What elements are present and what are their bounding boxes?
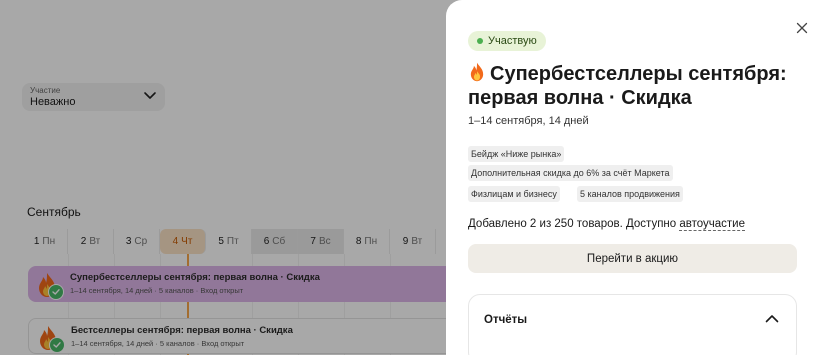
chevron-up-icon[interactable] (765, 314, 779, 323)
close-icon[interactable] (796, 22, 808, 34)
promo-dates: 1–14 сентября, 14 дней (468, 115, 589, 127)
status-badge: Участвую (468, 31, 546, 51)
go-to-promo-button[interactable]: Перейти в акцию (468, 244, 797, 273)
auto-participation-link[interactable]: автоучастие (679, 218, 746, 231)
tag-channels: 5 каналов продвижения (577, 186, 683, 202)
page-title-text: Супербестселлеры сентября: первая волна … (468, 63, 787, 109)
status-dot-icon (477, 38, 483, 44)
reports-section[interactable]: Отчёты (468, 294, 797, 355)
promo-details-panel: Участвую Супербестселлеры сентября: перв… (446, 0, 821, 355)
tag-audience: Физлицам и бизнесу (468, 186, 560, 202)
tag-badge: Бейдж «Ниже рынка» (468, 146, 565, 162)
fire-icon (470, 62, 484, 82)
reports-title: Отчёты (484, 314, 528, 326)
app-window: Участие Неважно Сентябрь 1 Пн 2 Вт 3 Ср 4 Чт… (0, 0, 821, 355)
status-badge-label: Участвую (488, 35, 537, 47)
tag-extra-discount: Дополнительная скидка до 6% за счёт Марк… (468, 165, 673, 181)
added-products-text: Добавлено 2 из 250 товаров. Доступно (468, 218, 680, 230)
added-products-info: Добавлено 2 из 250 товаров. Доступно авт… (468, 218, 746, 231)
page-title: Супербестселлеры сентября: первая волна … (468, 62, 808, 110)
